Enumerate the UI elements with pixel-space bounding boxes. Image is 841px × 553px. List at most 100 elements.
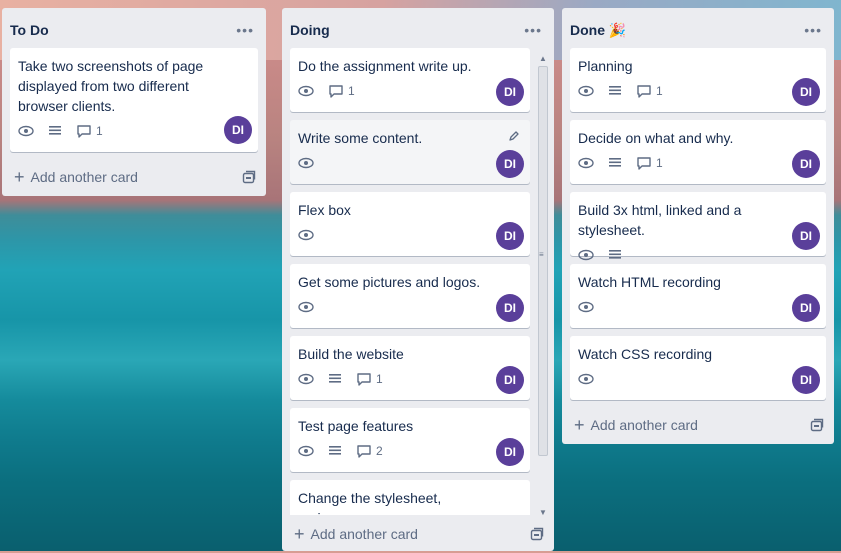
card[interactable]: Change the stylesheet, main.css DI bbox=[290, 480, 530, 515]
eye-icon bbox=[298, 157, 314, 169]
add-card-row: + Add another card bbox=[562, 408, 834, 444]
comment-count: 2 bbox=[376, 444, 383, 458]
card-title: Watch CSS recording bbox=[578, 346, 713, 362]
avatar[interactable]: DI bbox=[496, 78, 524, 106]
card-title: Build 3x html, linked and a stylesheet. bbox=[578, 202, 742, 238]
add-card-button[interactable]: + Add another card bbox=[294, 524, 418, 544]
card-container: Do the assignment write up. 1 DI Write s… bbox=[282, 48, 554, 515]
comment-badge: 2 bbox=[356, 444, 383, 458]
list-header: Done 🎉 ••• bbox=[562, 8, 834, 48]
card[interactable]: Flex box DI bbox=[290, 192, 530, 256]
add-card-row: + Add another card bbox=[2, 160, 266, 196]
card[interactable]: Take two screenshots of page displayed f… bbox=[10, 48, 258, 152]
comment-icon bbox=[328, 84, 344, 98]
card[interactable]: Watch HTML recording DI bbox=[570, 264, 826, 328]
eye-icon bbox=[298, 229, 314, 241]
more-icon[interactable]: ••• bbox=[524, 22, 542, 38]
card-title: Build the website bbox=[298, 346, 404, 362]
card-title: Write some content. bbox=[298, 130, 423, 146]
card[interactable]: Test page features 2 DI bbox=[290, 408, 530, 472]
card-title: Planning bbox=[578, 58, 633, 74]
plus-icon: + bbox=[574, 415, 585, 435]
eye-icon bbox=[578, 249, 594, 261]
card-badges: 2 bbox=[298, 440, 522, 462]
comment-count: 1 bbox=[348, 84, 355, 98]
description-icon bbox=[608, 249, 622, 261]
eye-icon bbox=[298, 301, 314, 313]
card-badges bbox=[298, 296, 522, 318]
card-badges bbox=[298, 224, 522, 246]
add-card-row: + Add another card bbox=[282, 515, 554, 553]
plus-icon: + bbox=[294, 524, 305, 544]
card[interactable]: Write some content. DI bbox=[290, 120, 530, 184]
add-card-button[interactable]: + Add another card bbox=[574, 415, 698, 435]
card-title: Take two screenshots of page displayed f… bbox=[18, 58, 204, 114]
eye-icon bbox=[578, 157, 594, 169]
comment-count: 1 bbox=[656, 84, 663, 98]
card[interactable]: Build the website 1 DI bbox=[290, 336, 530, 400]
comment-badge: 1 bbox=[328, 84, 355, 98]
template-icon[interactable] bbox=[530, 527, 544, 541]
add-card-button[interactable]: + Add another card bbox=[14, 168, 138, 186]
comment-icon bbox=[636, 84, 652, 98]
list-title[interactable]: Done 🎉 bbox=[570, 22, 626, 39]
comment-badge: 1 bbox=[636, 84, 663, 98]
avatar[interactable]: DI bbox=[792, 366, 820, 394]
card-title: Watch HTML recording bbox=[578, 274, 721, 290]
scroll-thumb[interactable] bbox=[538, 66, 548, 456]
eye-icon bbox=[578, 85, 594, 97]
eye-icon bbox=[578, 301, 594, 313]
list-title[interactable]: To Do bbox=[10, 22, 49, 38]
card-badges: 1 bbox=[578, 80, 818, 102]
scroll-up-icon[interactable]: ▲ bbox=[539, 54, 547, 63]
comment-count: 1 bbox=[656, 156, 663, 170]
list-header: Doing ••• bbox=[282, 8, 554, 48]
card-badges: 1 bbox=[298, 80, 522, 102]
comment-icon bbox=[356, 444, 372, 458]
more-icon[interactable]: ••• bbox=[804, 22, 822, 38]
comment-icon bbox=[636, 156, 652, 170]
pencil-icon[interactable] bbox=[508, 130, 520, 142]
card[interactable]: Planning 1 DI bbox=[570, 48, 826, 112]
card-badges bbox=[578, 296, 818, 318]
comment-badge: 1 bbox=[76, 124, 103, 138]
avatar[interactable]: DI bbox=[496, 294, 524, 322]
card[interactable]: Watch CSS recording DI bbox=[570, 336, 826, 400]
avatar[interactable]: DI bbox=[792, 294, 820, 322]
list-done: Done 🎉 ••• Planning 1 DI Decide on what … bbox=[562, 8, 834, 444]
card-title: Test page features bbox=[298, 418, 414, 434]
avatar[interactable]: DI bbox=[224, 116, 252, 144]
avatar[interactable]: DI bbox=[496, 366, 524, 394]
avatar[interactable]: DI bbox=[496, 222, 524, 250]
card-title: Decide on what and why. bbox=[578, 130, 734, 146]
eye-icon bbox=[578, 373, 594, 385]
template-icon[interactable] bbox=[810, 418, 824, 432]
card-badges: 1 bbox=[18, 120, 250, 142]
list-title[interactable]: Doing bbox=[290, 22, 330, 38]
scroll-down-icon[interactable]: ▼ bbox=[539, 508, 547, 517]
list-todo: To Do ••• Take two screenshots of page d… bbox=[2, 8, 266, 196]
add-card-label: Add another card bbox=[310, 526, 418, 542]
add-card-label: Add another card bbox=[30, 169, 138, 185]
scrollbar[interactable]: ▲ ≡ ▼ bbox=[538, 54, 548, 517]
eye-icon bbox=[298, 373, 314, 385]
card-badges bbox=[578, 244, 818, 266]
comment-count: 1 bbox=[376, 372, 383, 386]
avatar[interactable]: DI bbox=[792, 78, 820, 106]
avatar[interactable]: DI bbox=[496, 150, 524, 178]
template-icon[interactable] bbox=[242, 170, 256, 184]
list-header: To Do ••• bbox=[2, 8, 266, 48]
card[interactable]: Decide on what and why. 1 DI bbox=[570, 120, 826, 184]
description-icon bbox=[328, 445, 342, 457]
avatar[interactable]: DI bbox=[792, 150, 820, 178]
avatar[interactable]: DI bbox=[792, 222, 820, 250]
comment-badge: 1 bbox=[636, 156, 663, 170]
card-badges: 1 bbox=[298, 368, 522, 390]
card[interactable]: Build 3x html, linked and a stylesheet. … bbox=[570, 192, 826, 261]
more-icon[interactable]: ••• bbox=[236, 22, 254, 38]
card[interactable]: Do the assignment write up. 1 DI bbox=[290, 48, 530, 112]
card-badges bbox=[298, 152, 522, 174]
card[interactable]: Get some pictures and logos. DI bbox=[290, 264, 530, 328]
avatar[interactable]: DI bbox=[496, 438, 524, 466]
description-icon bbox=[48, 125, 62, 137]
